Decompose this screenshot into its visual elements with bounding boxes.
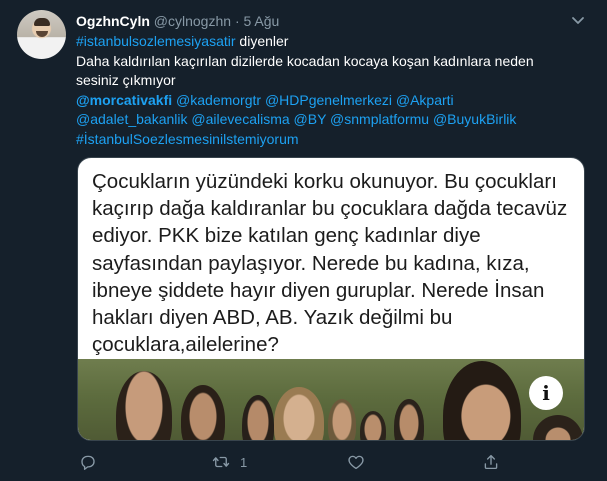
image-text-line: Çocukların yüzündeki korku okunuyor. Bu … — [92, 170, 557, 193]
retweet-button[interactable]: 1 — [212, 452, 247, 472]
person-figure — [443, 361, 521, 440]
mention-links[interactable]: @kademorgtr @HDPgenelmerkezi @Akparti — [172, 92, 454, 108]
tweet-date[interactable]: 5 Ağu — [244, 13, 280, 29]
tweet[interactable]: OgzhnCyln @cylnogzhn · 5 Ağu #istanbulso… — [0, 0, 607, 481]
tweet-line: sesiniz çıkmıyor — [76, 71, 576, 91]
separator-dot: · — [234, 13, 240, 29]
image-text-line: ediyor. PKK bize katılan genç kadınlar d… — [92, 224, 481, 248]
like-button[interactable] — [347, 452, 365, 472]
image-text-line: sayfasından paylaşıyor. Nerede bu kadına… — [92, 251, 530, 275]
tweet-text-segment: diyenler — [235, 33, 289, 49]
chevron-down-icon[interactable] — [570, 12, 586, 28]
tweet-text-segment: sesiniz çıkmıyor — [76, 72, 176, 88]
person-figure — [274, 387, 324, 440]
person-figure — [394, 399, 424, 440]
image-text-line: kaçırıp dağa kaldıranlar bu çocuklara da… — [92, 197, 568, 221]
display-name[interactable]: OgzhnCyln — [76, 13, 150, 29]
user-handle[interactable]: @cylnogzhn — [154, 13, 231, 29]
group-photo — [78, 359, 584, 440]
avatar-hair — [34, 18, 50, 26]
reply-button[interactable] — [79, 452, 97, 472]
tweet-line: @morcativakfi @kademorgtr @HDPgenelmerke… — [76, 91, 576, 111]
tweet-actions: 1 — [76, 452, 516, 474]
tweet-header: OgzhnCyln @cylnogzhn · 5 Ağu — [76, 12, 279, 30]
info-icon[interactable]: i — [529, 376, 563, 410]
image-text-line: ibneye şiddete hayır diyen guruplar. Ner… — [92, 278, 545, 302]
share-icon — [484, 454, 498, 470]
retweet-count: 1 — [240, 454, 248, 470]
hashtag-link[interactable]: #istanbulsozlemesiyasatir — [76, 33, 236, 49]
tweet-line: #istanbulsozlemesiyasatir diyenler — [76, 32, 576, 52]
person-figure — [533, 415, 583, 440]
image-text-line: çocuklara,ailelerine? — [92, 333, 279, 357]
heart-icon — [348, 455, 364, 470]
person-figure — [181, 385, 225, 440]
person-figure — [116, 371, 172, 440]
avatar[interactable] — [17, 10, 66, 59]
tweet-line: Daha kaldırılan kaçırılan dizilerde koca… — [76, 52, 576, 72]
tweet-line: #İstanbulSoezlesmesinilstemiyorum — [76, 130, 576, 150]
reply-icon — [81, 455, 95, 470]
hashtag-link[interactable]: #İstanbulSoezlesmesinilstemiyorum — [76, 131, 299, 147]
person-figure — [328, 399, 356, 440]
tweet-text-segment: Daha kaldırılan kaçırılan dizilerde koca… — [76, 52, 534, 69]
tweet-text: #istanbulsozlemesiyasatir diyenler Daha … — [76, 32, 576, 149]
person-figure — [360, 411, 386, 440]
avatar-beard — [36, 31, 48, 37]
share-button[interactable] — [482, 452, 500, 472]
image-text-line: hakları diyen ABD, AB. Yazık değilmi bu — [92, 306, 453, 330]
mention-link[interactable]: @morcativakfi — [76, 92, 172, 108]
media-card[interactable]: Çocukların yüzündeki korku okunuyor. Bu … — [77, 157, 585, 441]
tweet-line: @adalet_bakanlik @ailevecalisma @BY @snm… — [76, 110, 576, 130]
person-figure — [242, 395, 274, 440]
mention-links[interactable]: @adalet_bakanlik @ailevecalisma @BY @snm… — [76, 111, 516, 127]
image-text: Çocukların yüzündeki korku okunuyor. Bu … — [92, 168, 577, 358]
retweet-icon — [212, 456, 230, 468]
